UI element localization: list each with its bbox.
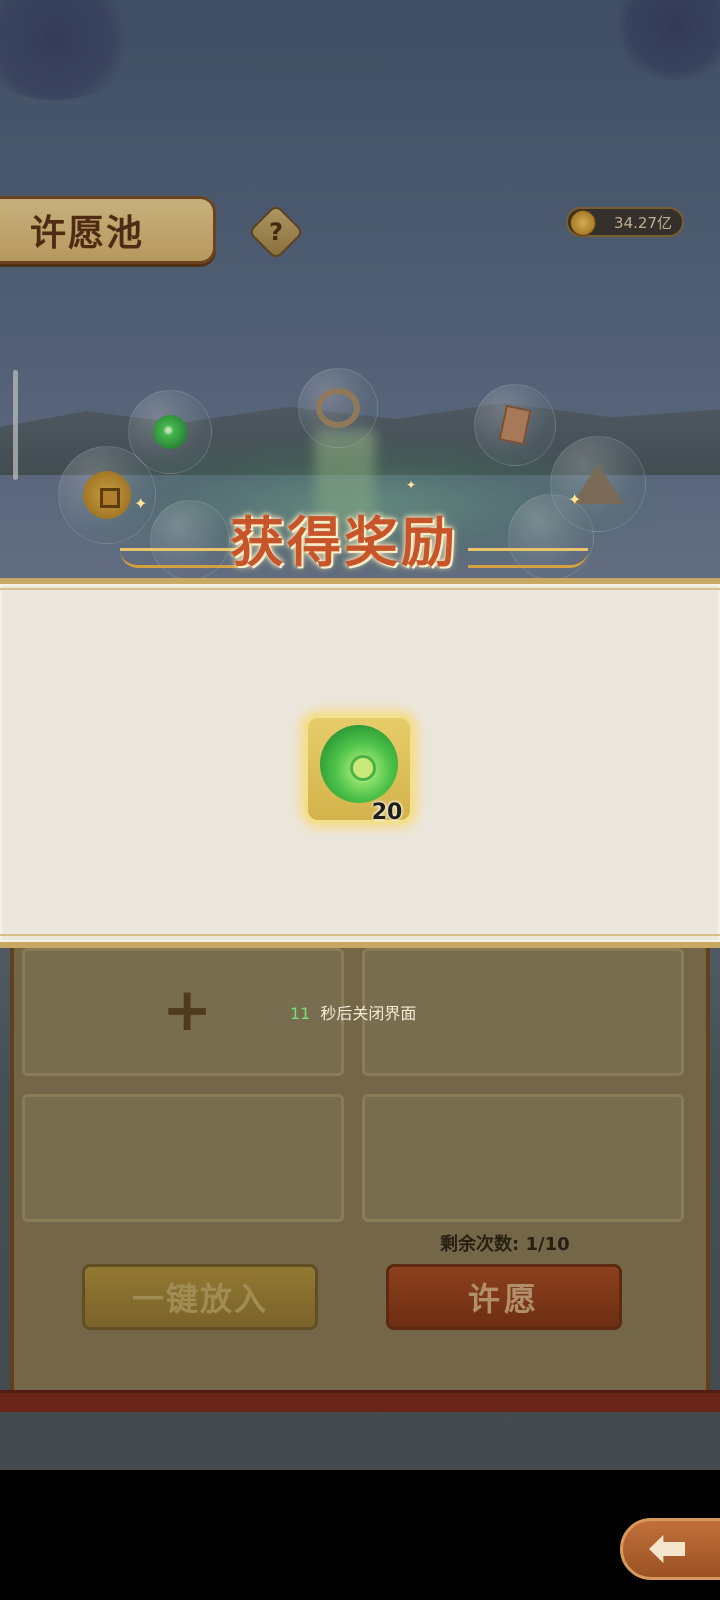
offering-slot[interactable] <box>22 1094 344 1222</box>
remaining-count: 剩余次数: 1/10 <box>440 1234 570 1255</box>
modal-divider <box>0 934 720 936</box>
back-button[interactable] <box>620 1518 720 1580</box>
wish-button[interactable]: 许愿 <box>386 1264 622 1330</box>
bottom-bar <box>0 1470 720 1600</box>
question-icon[interactable]: ? <box>256 212 296 252</box>
title-plate: 许愿池 <box>0 196 216 264</box>
sparkle-icon: ✦ <box>406 478 417 492</box>
fill-all-button[interactable]: 一键放入 <box>82 1264 318 1330</box>
offering-slot[interactable] <box>362 1094 684 1222</box>
jade-disc-icon <box>153 415 187 449</box>
reward-title: 获得奖励 <box>230 510 458 574</box>
back-arrow-icon <box>649 1535 685 1563</box>
auto-close-note: 11 秒后关闭界面 <box>290 1000 416 1024</box>
add-icon[interactable]: + <box>162 980 212 1040</box>
panel-border <box>0 1390 720 1412</box>
copper-coin-icon <box>83 471 131 519</box>
countdown-seconds: 11 <box>290 1004 311 1023</box>
tree-foliage <box>0 0 140 100</box>
bubble-card[interactable] <box>474 384 556 466</box>
sparkle-icon: ✦ <box>134 494 148 513</box>
cloud-ribbon-right <box>468 548 588 568</box>
wish-label: 许愿 <box>467 1280 540 1318</box>
bubble-item[interactable] <box>150 500 230 580</box>
scroll-indicator[interactable] <box>13 370 18 480</box>
reward-count: 20 <box>371 800 403 825</box>
ring-icon <box>316 388 360 428</box>
card-icon <box>498 404 532 446</box>
bubble-ring[interactable] <box>298 368 378 448</box>
jade-disc-icon <box>320 725 398 803</box>
currency-display: 34.27亿 <box>566 207 684 237</box>
countdown-text: 秒后关闭界面 <box>320 1004 417 1023</box>
fill-all-label: 一键放入 <box>131 1280 268 1318</box>
sparkle-icon: ✦ <box>568 490 582 509</box>
currency-value: 34.27亿 <box>614 213 672 232</box>
modal-divider <box>0 588 720 590</box>
cloud-ribbon-left <box>120 548 240 568</box>
tree-foliage <box>610 0 720 80</box>
page-title: 许愿池 <box>30 212 145 254</box>
coin-icon <box>570 210 596 236</box>
